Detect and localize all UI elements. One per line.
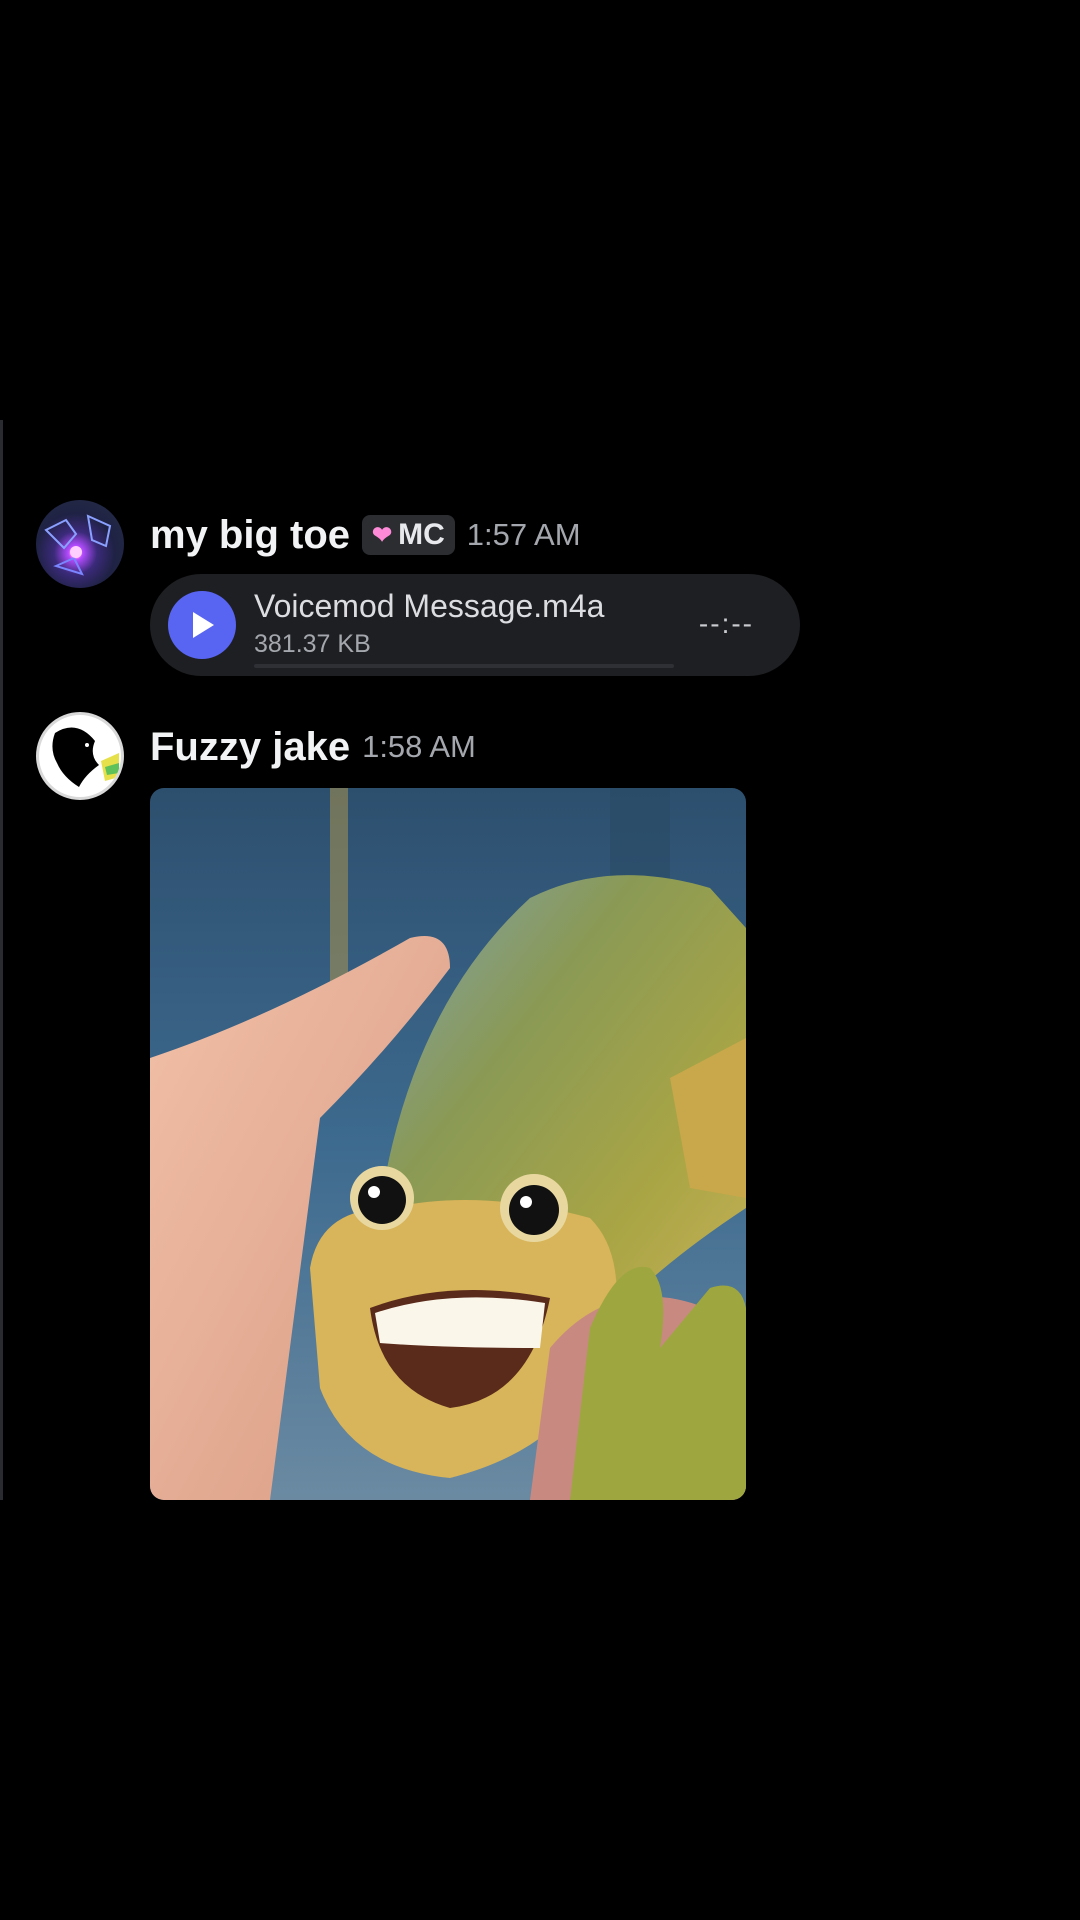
avatar[interactable] xyxy=(36,500,124,588)
chat-edge-divider xyxy=(0,420,3,1500)
message-header: my big toe ❤ MC 1:57 AM xyxy=(150,510,581,560)
audio-file-size: 381.37 KB xyxy=(254,630,371,658)
image-attachment[interactable] xyxy=(150,788,746,1500)
play-icon xyxy=(193,612,214,638)
audio-progress-bar[interactable] xyxy=(254,664,674,668)
message-header: Fuzzy jake 1:58 AM xyxy=(150,722,476,772)
avatar-artwork-icon xyxy=(44,514,112,576)
username[interactable]: my big toe xyxy=(150,513,350,558)
timestamp: 1:58 AM xyxy=(362,729,476,764)
server-tag-label: MC xyxy=(398,518,445,551)
timestamp: 1:57 AM xyxy=(466,517,581,552)
server-tag-badge[interactable]: ❤ MC xyxy=(362,515,455,555)
audio-attachment: Voicemod Message.m4a 381.37 KB --:-- xyxy=(150,574,800,676)
username[interactable]: Fuzzy jake xyxy=(150,725,350,770)
avatar-artwork-icon xyxy=(52,727,119,787)
audio-file-name[interactable]: Voicemod Message.m4a xyxy=(254,588,604,625)
play-button[interactable] xyxy=(168,591,236,659)
heart-icon: ❤ xyxy=(372,521,393,549)
avatar[interactable] xyxy=(36,712,124,800)
audio-duration: --:-- xyxy=(698,608,754,639)
smiling-fish-image xyxy=(150,788,746,1500)
